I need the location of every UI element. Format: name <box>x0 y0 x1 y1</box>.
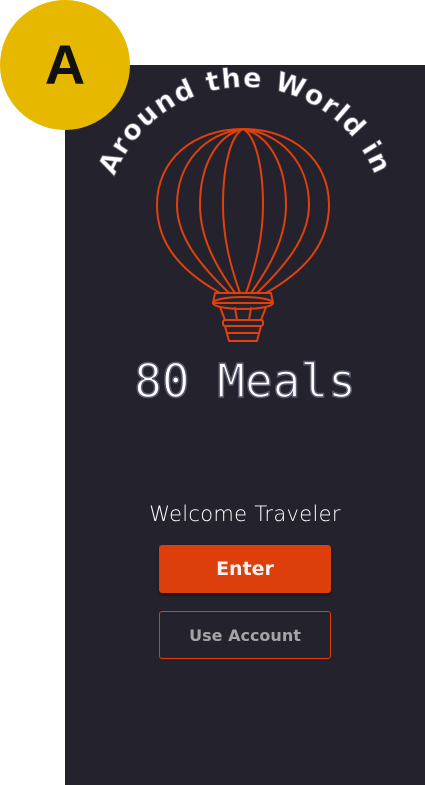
badge-letter: A <box>44 33 86 96</box>
app-screen: Around the World in 80 Meals Welcome Tra… <box>65 65 425 785</box>
use-account-button[interactable]: Use Account <box>159 611 331 659</box>
label-badge: A <box>0 0 130 130</box>
welcome-text: Welcome Traveler <box>149 502 341 526</box>
hot-air-balloon-icon <box>156 128 330 342</box>
app-logo: Around the World in 80 Meals <box>92 65 397 409</box>
logo-title: 80 Meals <box>134 354 356 408</box>
enter-button[interactable]: Enter <box>159 545 331 593</box>
logo-arc-text: Around the World in <box>92 65 397 179</box>
enter-button-label: Enter <box>216 558 274 580</box>
use-account-button-label: Use Account <box>189 625 301 645</box>
logo-arc-textpath: Around the World in <box>92 65 396 180</box>
